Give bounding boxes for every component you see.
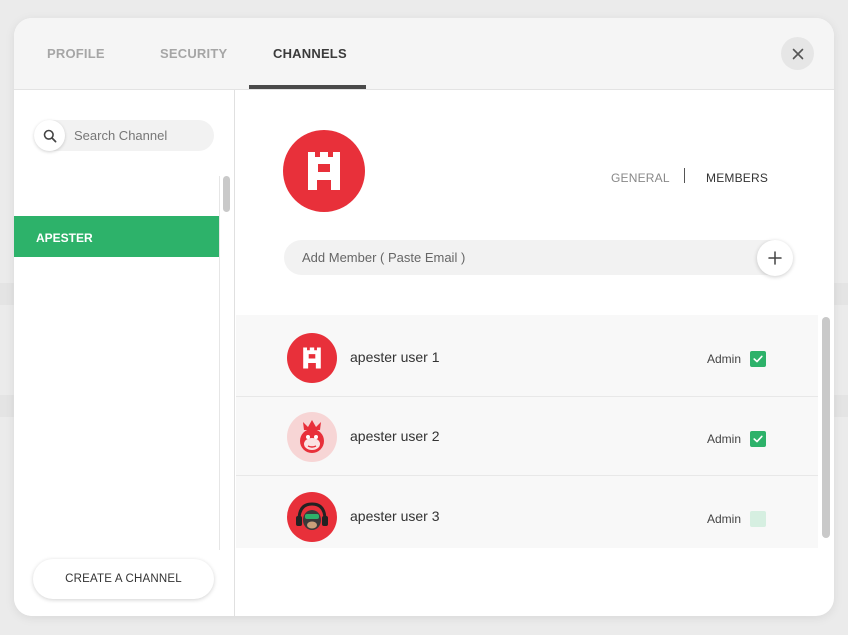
apester-logo-icon <box>303 347 321 369</box>
search-icon <box>43 129 56 142</box>
channel-detail: GENERAL MEMBERS apester user 1 Admin <box>236 90 834 616</box>
member-name: apester user 3 <box>350 508 440 524</box>
add-member-button[interactable] <box>757 240 793 276</box>
tab-channels[interactable]: CHANNELS <box>273 46 347 61</box>
subtab-members[interactable]: MEMBERS <box>706 171 768 185</box>
close-button[interactable] <box>781 37 814 70</box>
tab-profile[interactable]: PROFILE <box>47 46 105 61</box>
sidebar-item-apester[interactable]: APESTER <box>14 216 219 257</box>
headphone-monkey-icon <box>296 502 328 530</box>
close-icon <box>792 48 803 59</box>
headphone-monkey-avatar <box>287 492 337 542</box>
check-icon <box>753 435 763 443</box>
member-role-label: Admin <box>707 512 742 526</box>
add-member-input[interactable] <box>302 240 752 275</box>
tab-security[interactable]: SECURITY <box>160 46 227 61</box>
member-list: apester user 1 Admin apester user 2 Admi… <box>236 315 818 548</box>
apester-logo-icon <box>308 152 340 190</box>
admin-checkbox[interactable] <box>750 431 766 447</box>
channel-search <box>34 120 214 151</box>
member-role-label: Admin <box>707 432 742 446</box>
channel-sidebar: APESTER CREATE A CHANNEL <box>14 90 235 616</box>
sidebar-scrollbar[interactable] <box>223 176 230 212</box>
subtab-divider <box>684 168 685 183</box>
tab-bar: PROFILE SECURITY CHANNELS <box>14 18 834 90</box>
member-row: apester user 3 Admin <box>236 477 818 548</box>
admin-checkbox[interactable] <box>750 351 766 367</box>
add-member-field <box>284 240 791 275</box>
plus-icon <box>768 251 782 265</box>
apester-logo-avatar <box>287 333 337 383</box>
channel-logo <box>283 130 365 212</box>
sidebar-scroll-track <box>219 176 220 550</box>
member-name: apester user 1 <box>350 349 440 365</box>
search-button[interactable] <box>34 120 65 151</box>
member-row: apester user 2 Admin <box>236 397 818 476</box>
member-role-label: Admin <box>707 352 742 366</box>
check-icon <box>753 355 763 363</box>
active-tab-indicator <box>249 85 366 89</box>
admin-checkbox[interactable] <box>750 511 766 527</box>
settings-modal: PROFILE SECURITY CHANNELS APESTER CREATE… <box>14 18 834 616</box>
subtab-general[interactable]: GENERAL <box>611 171 670 185</box>
search-channel-input[interactable] <box>74 120 212 151</box>
create-channel-button[interactable]: CREATE A CHANNEL <box>33 559 214 599</box>
member-name: apester user 2 <box>350 428 440 444</box>
member-row: apester user 1 Admin <box>236 318 818 397</box>
member-list-scrollbar[interactable] <box>822 317 830 538</box>
monkey-avatar <box>287 412 337 462</box>
monkey-icon <box>300 420 324 453</box>
